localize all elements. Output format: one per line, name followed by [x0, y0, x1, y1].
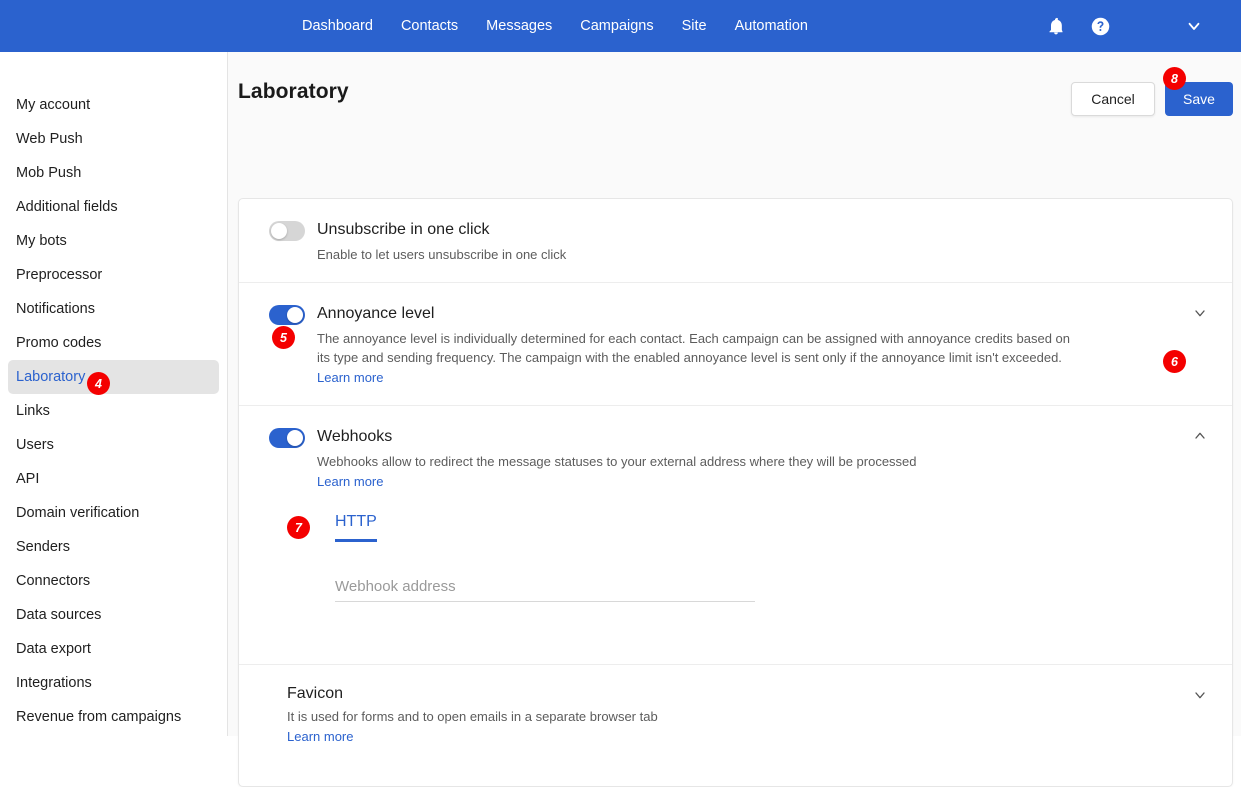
nav-link-contacts[interactable]: Contacts	[401, 0, 458, 52]
sidebar-item-mob-push[interactable]: Mob Push	[8, 156, 219, 190]
setting-description-webhooks: Webhooks allow to redirect the message s…	[317, 454, 917, 469]
sidebar-item-label: Notifications	[16, 300, 95, 317]
webhooks-tabs: HTTP	[335, 513, 1208, 542]
main-content: Laboratory Cancel Save Unsubscribe in on…	[228, 52, 1241, 787]
setting-header-unsubscribe: Unsubscribe in one click	[269, 219, 1208, 241]
setting-body-favicon: It is used for forms and to open emails …	[269, 707, 1208, 746]
sidebar-item-label: Mob Push	[16, 164, 82, 181]
setting-title-annoyance: Annoyance level	[317, 305, 435, 322]
setting-body-annoyance: The annoyance level is individually dete…	[269, 329, 1208, 387]
sidebar-item-preprocessor[interactable]: Preprocessor	[8, 258, 219, 292]
chevron-down-icon	[1185, 17, 1203, 35]
nav-link-site[interactable]: Site	[682, 0, 707, 52]
sidebar-item-label: Data export	[16, 640, 91, 657]
sidebar-item-label: My account	[16, 96, 91, 113]
setting-row-webhooks: Webhooks Webhooks allow to redirect the …	[239, 406, 1232, 665]
webhook-address-field-wrapper	[335, 578, 755, 602]
nav-link-dashboard[interactable]: Dashboard	[302, 0, 373, 52]
sidebar-item-label: Data sources	[16, 606, 102, 623]
cancel-button[interactable]: Cancel	[1071, 82, 1155, 116]
sidebar-item-integrations[interactable]: Integrations	[8, 666, 219, 700]
setting-row-annoyance: Annoyance level The annoyance level is i…	[239, 283, 1232, 406]
page-title: Laboratory	[238, 80, 349, 103]
sidebar-item-label: Revenue from campaigns	[16, 708, 182, 725]
sidebar-item-revenue-from-campaigns[interactable]: Revenue from campaigns	[8, 700, 219, 734]
setting-body-unsubscribe: Enable to let users unsubscribe in one c…	[269, 245, 1208, 264]
sidebar-item-connectors[interactable]: Connectors	[8, 564, 219, 598]
sidebar-item-label: Promo codes	[16, 334, 102, 351]
header-actions: Cancel Save	[1071, 82, 1233, 116]
setting-header-webhooks: Webhooks	[269, 426, 1208, 448]
sidebar-item-my-bots[interactable]: My bots	[8, 224, 219, 258]
nav-link-automation[interactable]: Automation	[735, 0, 808, 52]
sidebar-item-label: API	[16, 470, 40, 487]
setting-row-unsubscribe: Unsubscribe in one click Enable to let u…	[239, 199, 1232, 283]
setting-description-unsubscribe: Enable to let users unsubscribe in one c…	[317, 247, 567, 262]
sidebar-item-my-account[interactable]: My account	[8, 88, 219, 122]
tab-http[interactable]: HTTP	[335, 513, 377, 542]
top-nav-links: Dashboard Contacts Messages Campaigns Si…	[302, 0, 808, 52]
sidebar-item-users[interactable]: Users	[8, 428, 219, 462]
setting-description-favicon: It is used for forms and to open emails …	[287, 709, 658, 724]
notifications-button[interactable]	[1039, 9, 1073, 43]
chevron-down-icon	[1192, 305, 1208, 326]
webhook-address-input[interactable]	[335, 578, 755, 602]
sidebar-item-api[interactable]: API	[8, 462, 219, 496]
sidebar-item-data-sources[interactable]: Data sources	[8, 598, 219, 632]
top-nav-actions	[1039, 0, 1241, 52]
settings-card: Unsubscribe in one click Enable to let u…	[238, 198, 1233, 787]
nav-link-campaigns[interactable]: Campaigns	[580, 0, 653, 52]
sidebar-item-notifications[interactable]: Notifications	[8, 292, 219, 326]
sidebar-item-label: Domain verification	[16, 504, 140, 521]
sidebar-item-additional-fields[interactable]: Additional fields	[8, 190, 219, 224]
toggle-knob	[287, 430, 303, 446]
unsubscribe-toggle[interactable]	[269, 221, 305, 241]
setting-row-favicon: Favicon It is used for forms and to open…	[239, 665, 1232, 786]
favicon-expand-button[interactable]	[1190, 687, 1210, 707]
favicon-learn-more-link[interactable]: Learn more	[287, 729, 353, 744]
sidebar-item-laboratory[interactable]: Laboratory	[8, 360, 219, 394]
account-menu-button[interactable]	[1177, 9, 1211, 43]
annoyance-expand-button[interactable]	[1190, 305, 1210, 325]
sidebar-item-domain-verification[interactable]: Domain verification	[8, 496, 219, 530]
bell-icon	[1046, 16, 1066, 36]
sidebar-item-label: Users	[16, 436, 54, 453]
sidebar-item-label: Links	[16, 402, 50, 419]
setting-title-unsubscribe: Unsubscribe in one click	[317, 221, 490, 238]
webhooks-toggle[interactable]	[269, 428, 305, 448]
sidebar-item-data-export[interactable]: Data export	[8, 632, 219, 666]
chevron-up-icon	[1192, 428, 1208, 449]
setting-title-webhooks: Webhooks	[317, 428, 393, 445]
annoyance-toggle[interactable]	[269, 305, 305, 325]
page-header: Laboratory Cancel Save	[228, 52, 1241, 132]
sidebar-item-label: Preprocessor	[16, 266, 103, 283]
help-circle-icon	[1090, 16, 1111, 37]
sidebar-item-links[interactable]: Links	[8, 394, 219, 428]
toggle-knob	[271, 223, 287, 239]
chevron-down-icon	[1192, 687, 1208, 708]
nav-link-messages[interactable]: Messages	[486, 0, 552, 52]
sidebar-item-label: Web Push	[16, 130, 83, 147]
setting-title-favicon: Favicon	[287, 685, 344, 702]
sidebar-item-label: Additional fields	[16, 198, 118, 215]
save-button[interactable]: Save	[1165, 82, 1233, 116]
top-navigation-bar: Dashboard Contacts Messages Campaigns Si…	[0, 0, 1241, 52]
sidebar-item-label: Senders	[16, 538, 71, 555]
sidebar-item-promo-codes[interactable]: Promo codes	[8, 326, 219, 360]
sidebar-item-label: Laboratory	[16, 368, 86, 385]
sidebar-item-web-push[interactable]: Web Push	[8, 122, 219, 156]
help-button[interactable]	[1083, 9, 1117, 43]
sidebar-item-label: Connectors	[16, 572, 91, 589]
sidebar-item-label: My bots	[16, 232, 67, 249]
webhooks-learn-more-link[interactable]: Learn more	[317, 474, 383, 489]
toggle-knob	[287, 307, 303, 323]
webhooks-collapse-button[interactable]	[1190, 428, 1210, 448]
setting-description-annoyance: The annoyance level is individually dete…	[317, 331, 1071, 365]
setting-body-webhooks: Webhooks allow to redirect the message s…	[269, 452, 1208, 602]
sidebar-item-label: Integrations	[16, 674, 92, 691]
sidebar: My account Web Push Mob Push Additional …	[0, 52, 228, 736]
setting-header-annoyance: Annoyance level	[269, 303, 1208, 325]
annoyance-learn-more-link[interactable]: Learn more	[317, 370, 383, 385]
sidebar-item-senders[interactable]: Senders	[8, 530, 219, 564]
